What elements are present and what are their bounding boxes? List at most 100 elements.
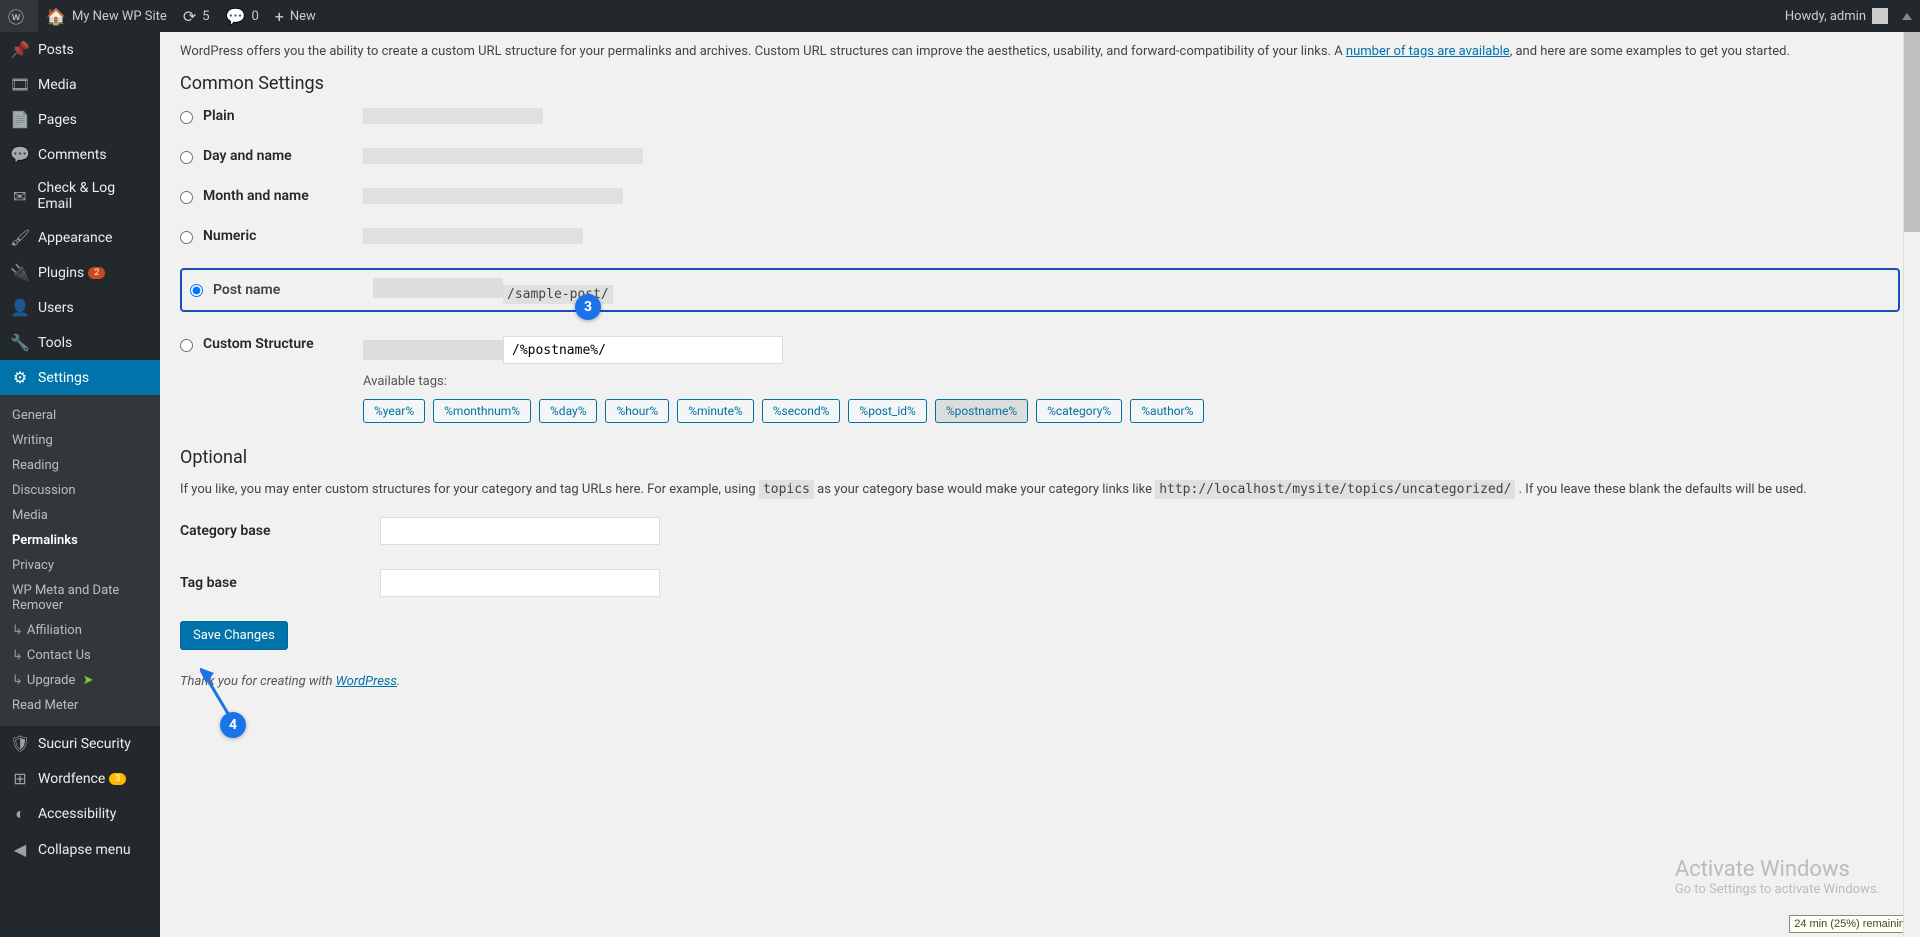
option-month-name[interactable]: Month and name — [180, 188, 1900, 204]
tag-buttons-row: %year% %monthnum% %day% %hour% %minute% %seco… — [363, 399, 1204, 423]
submenu-item-wp-meta-and-date-remover[interactable]: WP Meta and Date Remover — [0, 578, 160, 618]
submenu-item-contact-us[interactable]: ↳Contact Us — [0, 643, 160, 668]
option-custom-structure[interactable]: Custom Structure Available tags: %year%%… — [180, 336, 1900, 423]
sidebar-item-tools[interactable]: 🔧Tools — [0, 325, 160, 360]
sidebar-item-accessibility[interactable]: ◐Accessibility — [0, 796, 160, 832]
sidebar-item-plugins[interactable]: 🔌Plugins2 — [0, 255, 160, 290]
tag-base-row: Tag base — [180, 569, 1900, 597]
tags-available-link[interactable]: number of tags are available — [1346, 44, 1510, 59]
submenu-item-reading[interactable]: Reading — [0, 453, 160, 478]
account-menu[interactable]: Howdy, admin — [1777, 0, 1896, 32]
wp-logo-menu[interactable]: ⓦ — [0, 0, 38, 32]
option-numeric[interactable]: Numeric — [180, 228, 1900, 244]
option-day-name[interactable]: Day and name — [180, 148, 1900, 164]
comments-count: 0 — [251, 9, 258, 24]
tag-button-second[interactable]: %second% — [762, 399, 841, 423]
tag-button-hour[interactable]: %hour% — [605, 399, 669, 423]
menu-icon: ◀ — [10, 840, 30, 859]
sidebar-item-posts[interactable]: 📌Posts — [0, 32, 160, 67]
admin-sidebar: 📌Posts🎞Media📄Pages💬Comments✉Check & Log … — [0, 32, 160, 937]
home-icon: 🏠 — [46, 7, 66, 26]
admin-topbar: ⓦ 🏠My New WP Site ⟳5 💬0 +New Howdy, admi… — [0, 0, 1920, 32]
submenu-item-discussion[interactable]: Discussion — [0, 478, 160, 503]
submenu-item-privacy[interactable]: Privacy — [0, 553, 160, 578]
submenu-item-writing[interactable]: Writing — [0, 428, 160, 453]
sidebar-item-pages[interactable]: 📄Pages — [0, 102, 160, 137]
new-content-link[interactable]: + New — [267, 0, 324, 32]
badge: 2 — [88, 267, 105, 279]
submenu-item-permalinks[interactable]: Permalinks — [0, 528, 160, 553]
refresh-icon: ⟳ — [183, 7, 196, 26]
scrollbar[interactable] — [1903, 32, 1920, 937]
menu-icon: ✉ — [10, 187, 29, 206]
footer-credit: Thank you for creating with WordPress. — [160, 670, 1920, 709]
radio-plain[interactable] — [180, 111, 193, 124]
submenu-item-read-meter[interactable]: Read Meter — [0, 693, 160, 718]
tag-button-postname[interactable]: %postname% — [935, 399, 1028, 423]
save-changes-button[interactable]: Save Changes — [180, 621, 288, 650]
tag-base-input[interactable] — [380, 569, 660, 597]
menu-icon: 🔧 — [10, 333, 30, 352]
tag-button-category[interactable]: %category% — [1036, 399, 1122, 423]
site-name-link[interactable]: 🏠 My New WP Site — [38, 0, 175, 32]
submenu-item-upgrade[interactable]: ↳Upgrade ➤ — [0, 668, 160, 693]
tag-button-author[interactable]: %author% — [1130, 399, 1204, 423]
tag-button-day[interactable]: %day% — [539, 399, 597, 423]
radio-custom-structure[interactable] — [180, 339, 193, 352]
updates-link[interactable]: ⟳5 — [175, 0, 218, 32]
comments-link[interactable]: 💬0 — [218, 0, 267, 32]
badge: 3 — [109, 773, 126, 785]
submenu-item-general[interactable]: General — [0, 403, 160, 428]
sidebar-item-comments[interactable]: 💬Comments — [0, 137, 160, 172]
sidebar-item-media[interactable]: 🎞Media — [0, 67, 160, 102]
option-plain[interactable]: Plain — [180, 108, 1900, 124]
new-label: New — [290, 9, 316, 24]
intro-text: WordPress offers you the ability to crea… — [180, 44, 1900, 59]
sidebar-item-users[interactable]: 👤Users — [0, 290, 160, 325]
comment-icon: 💬 — [226, 7, 246, 26]
tag-button-post_id[interactable]: %post_id% — [848, 399, 926, 423]
submenu-item-affiliation[interactable]: ↳Affiliation — [0, 618, 160, 643]
category-base-input[interactable] — [380, 517, 660, 545]
menu-icon: 💬 — [10, 145, 30, 164]
tag-button-year[interactable]: %year% — [363, 399, 425, 423]
scrollbar-thumb[interactable] — [1904, 32, 1920, 232]
avatar-icon — [1872, 8, 1888, 24]
menu-icon: ⊞ — [10, 769, 30, 788]
optional-text: If you like, you may enter custom struct… — [180, 482, 1900, 497]
optional-heading: Optional — [180, 447, 1900, 468]
radio-post-name[interactable] — [190, 284, 203, 297]
radio-month-name[interactable] — [180, 191, 193, 204]
menu-icon: ◐ — [10, 804, 30, 824]
wordpress-link[interactable]: WordPress — [336, 674, 397, 689]
custom-structure-input[interactable] — [503, 336, 783, 364]
menu-icon: 🔌 — [10, 263, 30, 282]
annotation-4: 4 — [220, 712, 246, 738]
tag-button-monthnum[interactable]: %monthnum% — [433, 399, 531, 423]
tag-button-minute[interactable]: %minute% — [677, 399, 754, 423]
menu-icon: 📌 — [10, 40, 30, 59]
radio-numeric[interactable] — [180, 231, 193, 244]
wordpress-icon: ⓦ — [8, 4, 24, 28]
sidebar-item-appearance[interactable]: 🖌Appearance — [0, 220, 160, 255]
option-post-name-highlighted[interactable]: Post name /sample-post/ — [180, 268, 1900, 312]
content-area: WordPress offers you the ability to crea… — [160, 32, 1920, 937]
site-name: My New WP Site — [72, 9, 167, 24]
settings-submenu: GeneralWritingReadingDiscussionMediaPerm… — [0, 395, 160, 726]
menu-icon: 🛡 — [10, 734, 30, 753]
menu-icon: 👤 — [10, 298, 30, 317]
sidebar-item-check-log-email[interactable]: ✉Check & Log Email — [0, 172, 160, 220]
radio-day-name[interactable] — [180, 151, 193, 164]
sidebar-item-collapse-menu[interactable]: ◀Collapse menu — [0, 832, 160, 867]
menu-icon: 🎞 — [10, 75, 30, 94]
submenu-item-media[interactable]: Media — [0, 503, 160, 528]
plus-icon: + — [275, 7, 284, 26]
sidebar-item-settings[interactable]: ⚙Settings — [0, 360, 160, 395]
common-settings-heading: Common Settings — [180, 73, 1900, 94]
available-tags-label: Available tags: — [363, 374, 447, 389]
menu-icon: 🖌 — [10, 228, 30, 247]
howdy-label: Howdy, admin — [1785, 9, 1866, 24]
annotation-3: 3 — [575, 294, 601, 320]
sidebar-item-wordfence[interactable]: ⊞Wordfence3 — [0, 761, 160, 796]
sidebar-item-sucuri-security[interactable]: 🛡Sucuri Security — [0, 726, 160, 761]
